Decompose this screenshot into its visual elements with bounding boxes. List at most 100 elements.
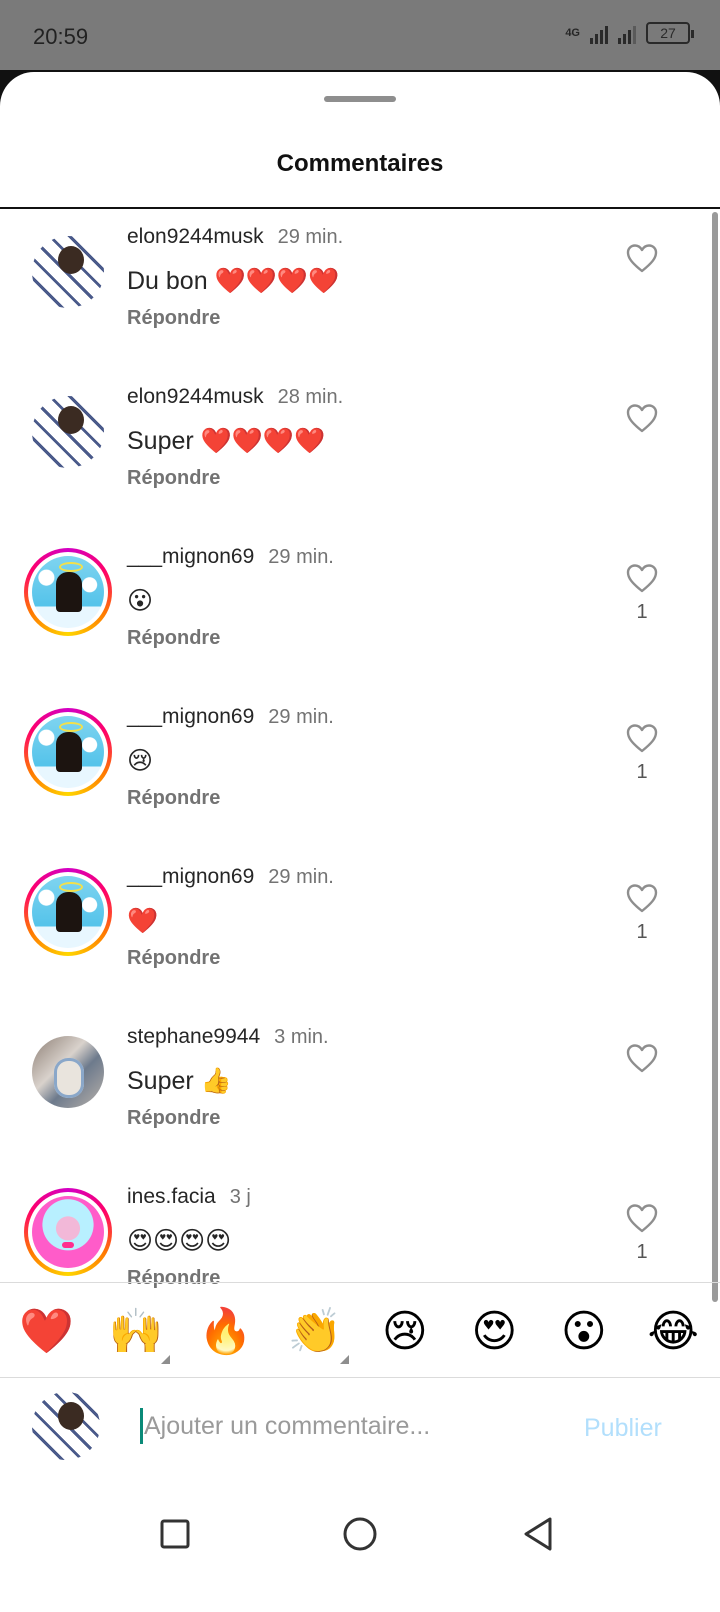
skin-tone-indicator [340, 1355, 350, 1364]
heart-icon[interactable] [626, 723, 658, 753]
reply-button[interactable]: Répondre [127, 307, 597, 330]
comment-username[interactable]: ___mignon69 [127, 865, 254, 889]
heart-icon[interactable] [626, 563, 658, 593]
quick-emoji-button[interactable]: 😍 [464, 1302, 524, 1362]
emoji-glyph: 😍 [471, 1306, 518, 1357]
comment-body: 😮 [127, 587, 154, 615]
publish-button[interactable]: Publier [584, 1414, 662, 1443]
like-count: 1 [636, 761, 648, 783]
system-nav-bar [0, 1478, 720, 1612]
quick-emoji-bar: ❤️ 🙌 🔥 👏 😢 😍 😮 😂 [0, 1300, 720, 1364]
recents-button[interactable] [145, 1504, 205, 1564]
signal-icon-2 [618, 22, 636, 44]
battery-icon: 27 [646, 22, 694, 44]
quick-emoji-button[interactable]: 😮 [554, 1302, 614, 1362]
comment-username[interactable]: elon9244musk [127, 225, 264, 249]
comment-time: 29 min. [268, 706, 334, 728]
reply-button[interactable]: Répondre [127, 947, 597, 970]
like-control: 1 [626, 1203, 658, 1264]
comment-time: 29 min. [268, 866, 334, 888]
comment-username[interactable]: stephane9944 [127, 1025, 260, 1049]
like-control: 1 [626, 723, 658, 784]
quick-emoji-button[interactable]: 🔥 [196, 1302, 256, 1362]
comment-time: 29 min. [277, 226, 344, 248]
triangle-back-icon [524, 1517, 552, 1551]
heart-icon[interactable] [626, 403, 658, 433]
like-control: 1 [626, 563, 658, 624]
story-ring[interactable] [24, 1188, 112, 1276]
signal-icon [590, 22, 608, 44]
heart-icon[interactable] [626, 243, 658, 273]
comment-item[interactable]: ___mignon69 29 min. ❤️ Répondre 1 [0, 853, 720, 1013]
comment-body: 😍😍😍😍 [127, 1227, 232, 1255]
reply-button[interactable]: Répondre [127, 1107, 597, 1130]
emoji-glyph: 😢 [381, 1306, 428, 1357]
avatar-wrapper[interactable] [24, 1028, 112, 1116]
circle-icon [343, 1517, 377, 1551]
emoji-glyph: 🔥 [198, 1306, 254, 1357]
emoji-divider [0, 1282, 720, 1283]
title-divider [0, 207, 720, 209]
sheet-grabber-handle[interactable] [324, 96, 396, 102]
quick-emoji-button[interactable]: 👏 [285, 1302, 350, 1364]
quick-emoji-button[interactable]: 🙌 [106, 1302, 171, 1364]
comment-username[interactable]: elon9244musk [127, 385, 264, 409]
sheet-title: Commentaires [276, 150, 444, 177]
reply-button[interactable]: Répondre [127, 627, 597, 650]
reply-button[interactable]: Répondre [127, 1267, 597, 1290]
story-ring[interactable] [24, 708, 112, 796]
avatar [32, 556, 104, 628]
emoji-glyph: 🙌 [108, 1306, 164, 1357]
avatar [32, 1196, 104, 1268]
home-button[interactable] [330, 1504, 390, 1564]
comment-username[interactable]: ines.facia [127, 1185, 216, 1209]
comment-item[interactable]: ___mignon69 29 min. 😮 Répondre 1 [0, 533, 720, 693]
avatar-wrapper[interactable] [24, 228, 112, 316]
reply-button[interactable]: Répondre [127, 467, 597, 490]
comment-time: 28 min. [277, 386, 344, 408]
comment-body: Du bon ❤️❤️❤️❤️ [127, 267, 340, 295]
emoji-glyph: 😮 [560, 1306, 607, 1357]
comment-username[interactable]: ___mignon69 [127, 705, 254, 729]
comment-item[interactable]: ___mignon69 29 min. 😢 Répondre 1 [0, 693, 720, 853]
like-control [626, 403, 658, 441]
story-ring[interactable] [24, 868, 112, 956]
comment-item[interactable]: elon9244musk 29 min. Du bon ❤️❤️❤️❤️ Rép… [0, 213, 720, 373]
like-control: 1 [626, 883, 658, 944]
comment-input[interactable] [144, 1406, 564, 1446]
status-time: 20:59 [33, 24, 89, 49]
comment-body: Super ❤️❤️❤️❤️ [127, 427, 326, 455]
emoji-glyph: 😂 [647, 1306, 699, 1357]
like-control [626, 1043, 658, 1081]
status-icons: 4G 27 [565, 22, 694, 44]
avatar [32, 1036, 104, 1108]
heart-icon[interactable] [626, 1043, 658, 1073]
back-button[interactable] [508, 1504, 568, 1564]
comment-body: ❤️ [127, 907, 159, 935]
emoji-glyph: ❤️ [19, 1306, 75, 1357]
square-icon [160, 1519, 190, 1549]
comment-body: Super 👍 [127, 1067, 232, 1095]
quick-emoji-button[interactable]: 😢 [375, 1302, 435, 1362]
reply-button[interactable]: Répondre [127, 787, 597, 810]
text-cursor [140, 1408, 143, 1444]
heart-icon[interactable] [626, 883, 658, 913]
comment-item[interactable]: stephane9944 3 min. Super 👍 Répondre [0, 1013, 720, 1173]
story-ring[interactable] [24, 548, 112, 636]
skin-tone-indicator [161, 1355, 171, 1364]
current-user-avatar [32, 1392, 100, 1460]
comment-username[interactable]: ___mignon69 [127, 545, 254, 569]
like-control [626, 243, 658, 281]
comments-list: elon9244musk 29 min. Du bon ❤️❤️❤️❤️ Rép… [0, 213, 720, 1333]
like-count: 1 [636, 601, 648, 623]
avatar [32, 396, 104, 468]
quick-emoji-button[interactable]: 😂 [643, 1302, 703, 1362]
avatar-wrapper[interactable] [24, 388, 112, 476]
comment-time: 3 j [229, 1186, 251, 1208]
quick-emoji-button[interactable]: ❤️ [17, 1302, 77, 1362]
comment-item[interactable]: elon9244musk 28 min. Super ❤️❤️❤️❤️ Répo… [0, 373, 720, 533]
avatar [32, 716, 104, 788]
avatar [32, 876, 104, 948]
heart-icon[interactable] [626, 1203, 658, 1233]
network-type-label: 4G [565, 26, 580, 39]
